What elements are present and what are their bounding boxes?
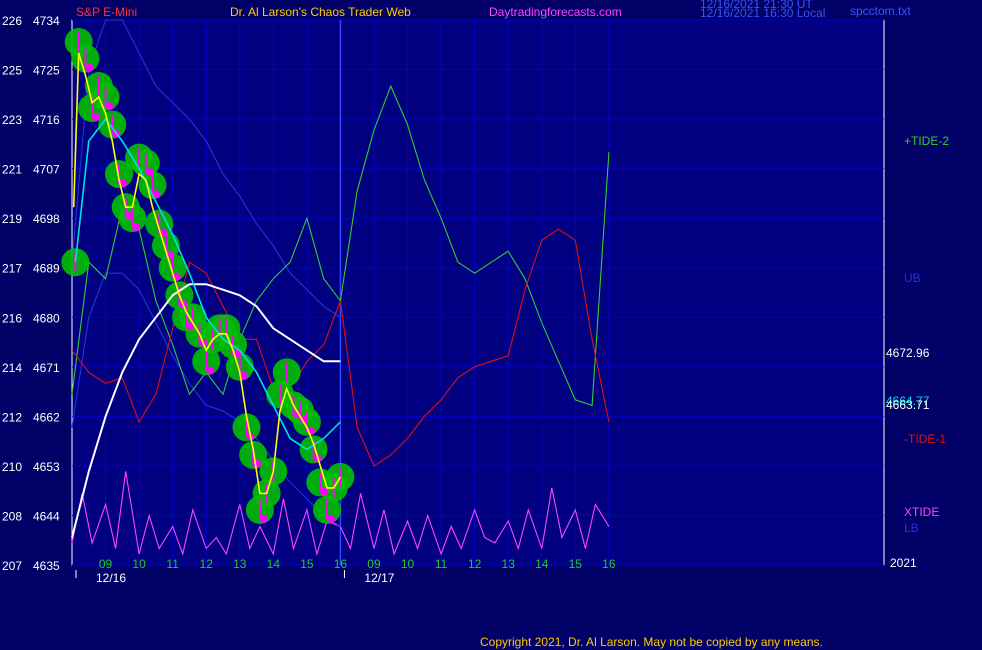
- series-label: XTIDE: [904, 505, 939, 519]
- chaos-trader-chart: 226 4734 225 4725 223 4716 221 4707 219 4698 217 46…: [0, 0, 982, 650]
- price-marker-dot: [92, 113, 101, 122]
- price-marker-dot: [259, 514, 268, 523]
- y-label-price: 4716: [33, 113, 60, 127]
- copyright-notice: Copyright 2021, Dr. Al Larson. May not b…: [480, 635, 823, 649]
- y-label-price: 4680: [33, 311, 60, 325]
- plot-area: [71, 19, 885, 566]
- price-marker-dot: [206, 366, 215, 375]
- x-label-hour: 14: [535, 557, 549, 571]
- y-label-cycle: 208: [2, 509, 22, 523]
- series-label: -TIDE-1: [904, 432, 946, 446]
- y-label-price: 4671: [33, 361, 60, 375]
- y-label-cycle: 207: [2, 559, 22, 573]
- x-label-hour: 09: [367, 557, 381, 571]
- x-label-hour: 13: [233, 557, 247, 571]
- y-label-price: 4644: [33, 509, 60, 523]
- x-label-hour: 11: [166, 557, 179, 571]
- y-label-price: 4689: [33, 262, 60, 276]
- price-marker-dot: [105, 102, 114, 111]
- x-label-hour: 11: [435, 557, 448, 571]
- x-label-hour: 09: [99, 557, 113, 571]
- y-label-cycle: 221: [2, 163, 22, 177]
- x-label-hour: 16: [334, 557, 348, 571]
- price-readout: 4672.96: [886, 346, 930, 360]
- year-label: 2021: [890, 556, 917, 570]
- y-label-cycle: 223: [2, 113, 22, 127]
- data-file-name: spcctom.txt: [850, 4, 911, 18]
- y-label-price: 4707: [33, 163, 60, 177]
- chart-title: Dr. Al Larson's Chaos Trader Web: [230, 5, 411, 19]
- y-label-price: 4653: [33, 460, 60, 474]
- price-readout: 4663.71: [886, 398, 930, 412]
- x-label-date: 12/16: [96, 571, 126, 585]
- x-label-hour: 12: [468, 557, 482, 571]
- price-marker-dot: [85, 63, 94, 72]
- x-label-hour: 16: [602, 557, 616, 571]
- instrument-title: S&P E-Mini: [76, 5, 137, 19]
- y-label-price: 4635: [33, 559, 60, 573]
- y-label-price: 4662: [33, 410, 60, 424]
- x-label-hour: 13: [502, 557, 516, 571]
- y-label-cycle: 225: [2, 64, 22, 78]
- series-label: UB: [904, 271, 921, 285]
- y-label-cycle: 219: [2, 212, 22, 226]
- y-label-cycle: 216: [2, 311, 22, 325]
- series-label: +TIDE-2: [904, 134, 949, 148]
- x-label-hour: 12: [200, 557, 214, 571]
- price-marker-dot: [145, 168, 154, 177]
- y-label-price: 4734: [33, 14, 60, 28]
- y-label-price: 4698: [33, 212, 60, 226]
- x-label-date: 12/17: [364, 571, 394, 585]
- timestamp-local: 12/16/2021 16:30 Local: [700, 6, 825, 20]
- x-label-hour: 10: [401, 557, 415, 571]
- y-label-cycle: 214: [2, 361, 22, 375]
- x-label-hour: 14: [267, 557, 281, 571]
- y-label-cycle: 210: [2, 460, 22, 474]
- price-marker-dot: [132, 223, 141, 232]
- price-marker-dot: [327, 514, 336, 523]
- x-label-hour: 10: [132, 557, 146, 571]
- y-label-price: 4725: [33, 64, 60, 78]
- y-label-cycle: 212: [2, 410, 22, 424]
- site-link[interactable]: Daytradingforecasts.com: [489, 5, 622, 19]
- series-label: LB: [904, 521, 919, 535]
- x-label-hour: 15: [569, 557, 583, 571]
- x-label-hour: 15: [300, 557, 314, 571]
- y-label-cycle: 226: [2, 14, 22, 28]
- y-label-cycle: 217: [2, 262, 22, 276]
